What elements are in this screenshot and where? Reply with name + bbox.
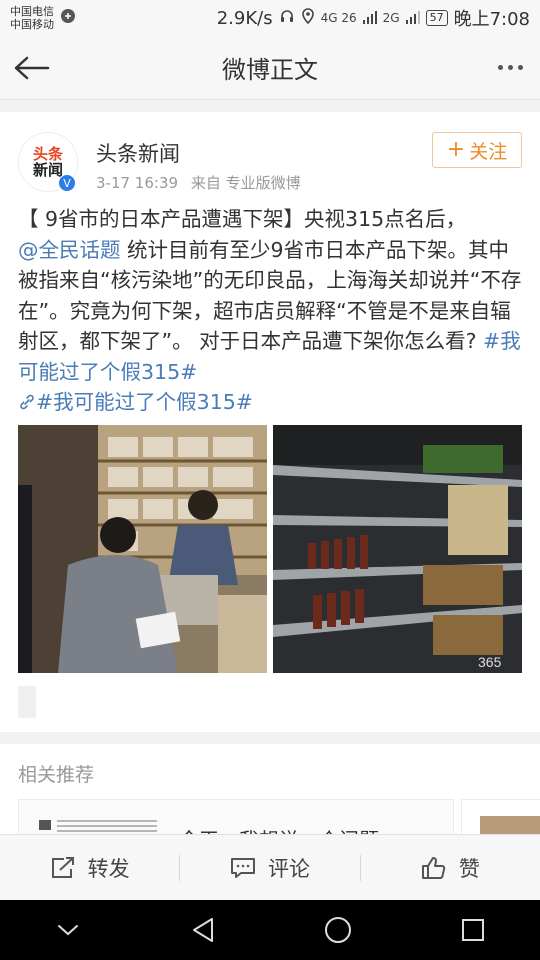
avatar-logo-line2: 新闻 [32,161,63,179]
system-nav-bar [0,900,540,960]
follow-label: 关注 [469,140,508,163]
circle-home-icon [324,917,351,943]
headphone-icon [279,8,295,29]
status-bar: 中国电信 中国移动 2.9K/s 4G 26 2G 57 晚上7:08 [0,0,540,36]
more-button[interactable] [480,36,540,100]
related-title: 相关推荐 [18,764,95,786]
action-bar: 转发 评论 赞 [0,834,540,900]
carrier-info: 中国电信 中国移动 [10,5,54,31]
repost-label: 转发 [87,856,130,881]
related-thumbnail [39,820,51,830]
post-meta: 3-17 16:39 来自 专业版微博 [96,172,309,193]
network-speed: 2.9K/s [216,7,273,29]
thumbs-up-icon [421,856,446,879]
repost-icon [51,856,74,878]
location-icon [301,7,315,29]
hide-keyboard-button[interactable] [38,900,98,960]
square-recents-icon [461,919,484,941]
signal-bars-2-icon [405,8,420,29]
image-placeholder [18,686,36,718]
post-date: 3-17 16:39 [96,174,179,192]
clock: 晚上7:08 [453,9,530,30]
link-icon [20,394,34,410]
battery-icon: 57 [425,10,448,26]
post-text: 【 9省市的日本产品遭遇下架】央视315点名后， @全民话题 统计目前有至少9省市… [18,204,524,418]
follow-button[interactable]: + 关注 [432,132,522,168]
signal-bars-icon [362,8,377,29]
chevron-down-icon [57,925,78,936]
store-staff-photo [18,425,267,673]
page-title: 微博正文 [222,56,318,84]
triangle-back-icon [192,918,213,942]
signal-4g-icon: 4G 26 [320,11,357,25]
related-preview-lines [57,820,157,834]
back-arrow-icon [14,56,50,79]
watermark-text: 365 [478,654,502,670]
post-image-2[interactable]: 365 [273,425,522,673]
more-dot [517,65,523,70]
comment-button[interactable]: 评论 [180,835,359,900]
post-image-1[interactable] [18,425,267,673]
carrier-1: 中国电信 [10,5,54,18]
post-text-part1: 【 9省市的日本产品遭遇下架】央视315点名后， [18,207,467,231]
comment-icon [230,857,255,878]
hashtag-link-with-icon[interactable]: #我可能过了个假315# [18,390,253,414]
like-button[interactable]: 赞 [361,835,540,900]
post-card: 头条 新闻 V 头条新闻 3-17 16:39 来自 专业版微博 + 关注 【 … [0,112,540,732]
repost-button[interactable]: 转发 [0,835,179,900]
plus-icon: + [446,137,466,162]
signal-2g-icon: 2G [382,11,400,25]
related-card[interactable]: 今天，我想说一个问题 [18,799,454,839]
like-label: 赞 [458,856,480,881]
comment-label: 评论 [267,856,310,881]
post-source: 来自 专业版微博 [190,174,301,192]
related-section: 相关推荐 今天，我想说一个问题 [0,744,540,839]
system-back-button[interactable] [173,900,233,960]
carrier-2: 中国移动 [10,18,54,31]
author-name[interactable]: 头条新闻 [96,138,180,168]
related-card[interactable] [461,799,540,839]
more-dots-icon [497,65,503,70]
avatar-logo-line1: 头条 [32,145,63,163]
hashtag-link-2: #我可能过了个假315# [36,390,253,414]
back-button[interactable] [0,36,64,100]
empty-shelves-photo: 365 [273,425,522,673]
verified-badge-icon: V [58,174,76,192]
nav-bar: 微博正文 [0,36,540,100]
sync-icon [60,8,76,28]
system-recents-button[interactable] [443,900,503,960]
mention-link[interactable]: @全民话题 [18,238,121,262]
more-dot [507,65,513,70]
system-home-button[interactable] [308,900,368,960]
